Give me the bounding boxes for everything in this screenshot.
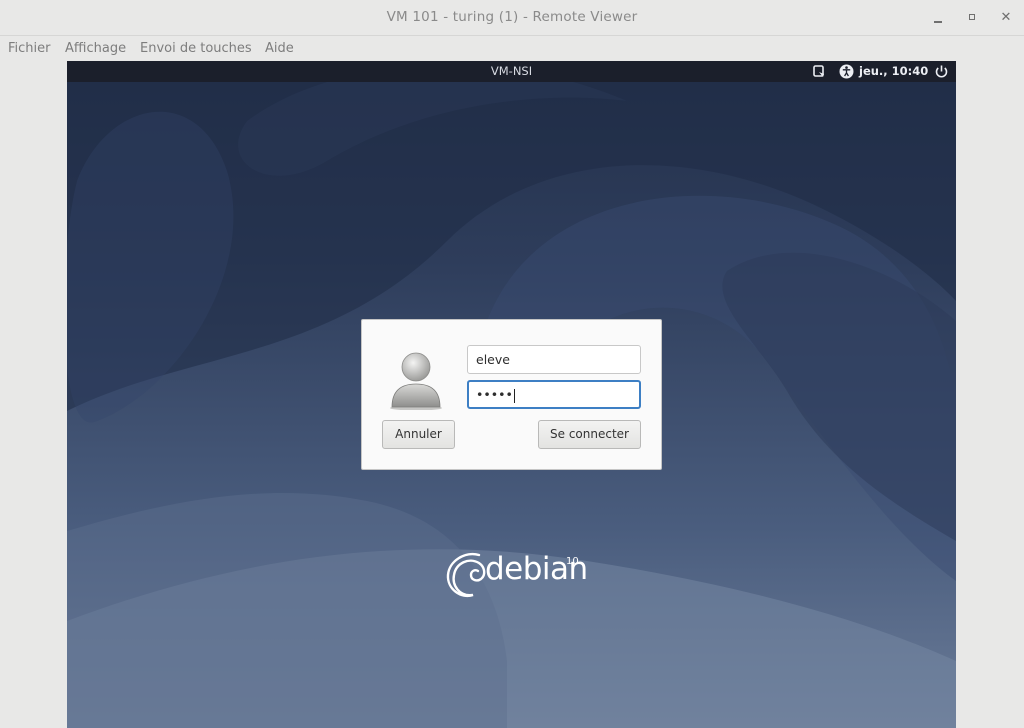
username-field[interactable]: eleve — [467, 345, 641, 374]
maximize-button[interactable] — [962, 8, 982, 28]
clock[interactable]: jeu., 10:40 — [859, 64, 928, 78]
debian-version: 10 — [566, 556, 579, 567]
close-icon: ✕ — [1000, 10, 1012, 25]
username-value: eleve — [476, 352, 510, 367]
minimize-icon — [934, 21, 942, 23]
minimize-button[interactable] — [928, 8, 948, 28]
close-button[interactable]: ✕ — [996, 8, 1016, 28]
window-title: VM 101 - turing (1) - Remote Viewer — [386, 9, 638, 25]
login-dialog: eleve ••••• Annuler Se connecter — [361, 319, 662, 470]
gnome-top-bar: VM-NSI jeu., 10:40 — [67, 61, 956, 82]
accessibility-icon[interactable] — [838, 63, 855, 80]
power-icon[interactable] — [934, 63, 949, 80]
password-field[interactable]: ••••• — [467, 380, 641, 409]
text-caret — [513, 388, 515, 403]
window-titlebar: VM 101 - turing (1) - Remote Viewer ✕ — [0, 0, 1024, 36]
cancel-button[interactable]: Annuler — [382, 420, 455, 449]
vm-display[interactable]: VM-NSI jeu., 10:40 eleve ••••• Annuler S… — [67, 61, 956, 728]
menu-aide[interactable]: Aide — [265, 41, 294, 56]
menu-bar: Fichier Affichage Envoi de touches Aide — [0, 37, 1024, 61]
menu-affichage[interactable]: Affichage — [65, 41, 126, 56]
menu-fichier[interactable]: Fichier — [8, 41, 51, 56]
screen-keyboard-icon[interactable] — [812, 63, 826, 80]
user-avatar-icon — [390, 352, 442, 410]
menu-envoi-de-touches[interactable]: Envoi de touches — [140, 41, 252, 56]
sign-in-button[interactable]: Se connecter — [538, 420, 641, 449]
maximize-icon — [969, 14, 975, 20]
password-mask: ••••• — [476, 387, 513, 402]
